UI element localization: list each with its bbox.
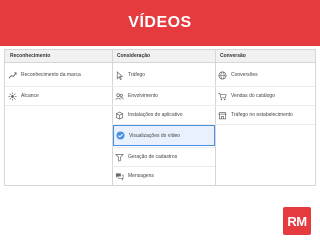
reach-icon xyxy=(8,91,17,101)
objective-label: Visualizações do vídeo xyxy=(129,132,181,139)
objective-reach[interactable]: Alcance xyxy=(8,87,111,105)
objective-conversions[interactable]: Conversões xyxy=(218,66,314,84)
banner-title: VÍDEOS xyxy=(128,14,192,31)
column-header-row: Reconhecimento Consideração Conversão xyxy=(5,50,315,63)
column-divider xyxy=(112,50,113,185)
logo-text: RM xyxy=(287,213,307,229)
objective-label: Geração de cadastros xyxy=(128,154,178,160)
column-header-awareness: Reconhecimento xyxy=(10,53,51,59)
objective-label: Conversões xyxy=(231,72,258,78)
cursor-icon xyxy=(115,70,124,80)
chat-icon xyxy=(115,172,124,181)
objective-label: Tráfego no estabelecimento xyxy=(231,112,293,118)
objective-label: Alcance xyxy=(21,93,39,99)
rm-logo: RM xyxy=(283,207,311,235)
objective-label: Vendas do catálogo xyxy=(231,93,275,99)
objective-engagement[interactable]: Envolvimento xyxy=(115,87,214,105)
objective-catalog-sales[interactable]: Vendas do catálogo xyxy=(218,87,314,105)
objective-label: Envolvimento xyxy=(128,93,159,99)
objective-label: Reconhecimento da marca xyxy=(21,72,81,78)
objective-messages[interactable]: Mensagens xyxy=(115,167,214,185)
people-icon xyxy=(115,92,124,101)
video-check-icon xyxy=(116,131,125,140)
column-header-consideration: Consideração xyxy=(117,53,151,59)
objective-app-installs[interactable]: Instalações do aplicativo xyxy=(115,106,214,124)
box-icon xyxy=(115,111,124,120)
globe-icon xyxy=(218,71,227,80)
objective-brand-awareness[interactable]: Reconhecimento da marca xyxy=(8,66,111,84)
objective-lead-generation[interactable]: Geração de cadastros xyxy=(115,148,214,166)
column-divider xyxy=(215,50,216,185)
filter-icon xyxy=(115,153,124,162)
column-header-conversion: Conversão xyxy=(220,53,246,59)
objective-traffic[interactable]: Tráfego xyxy=(115,66,214,84)
store-icon xyxy=(218,111,227,120)
objective-label: Tráfego xyxy=(128,72,146,78)
objectives-panel: Reconhecimento Consideração Conversão Re… xyxy=(4,49,316,186)
objective-label: Mensagens xyxy=(128,173,154,179)
objective-label: Instalações do aplicativo xyxy=(128,112,183,118)
cart-icon xyxy=(218,92,227,101)
objective-store-traffic[interactable]: Tráfego no estabelecimento xyxy=(218,106,314,124)
objective-video-views[interactable]: Visualizações do vídeo xyxy=(113,125,215,146)
brand-awareness-icon xyxy=(8,71,17,80)
title-banner: VÍDEOS xyxy=(0,0,320,46)
